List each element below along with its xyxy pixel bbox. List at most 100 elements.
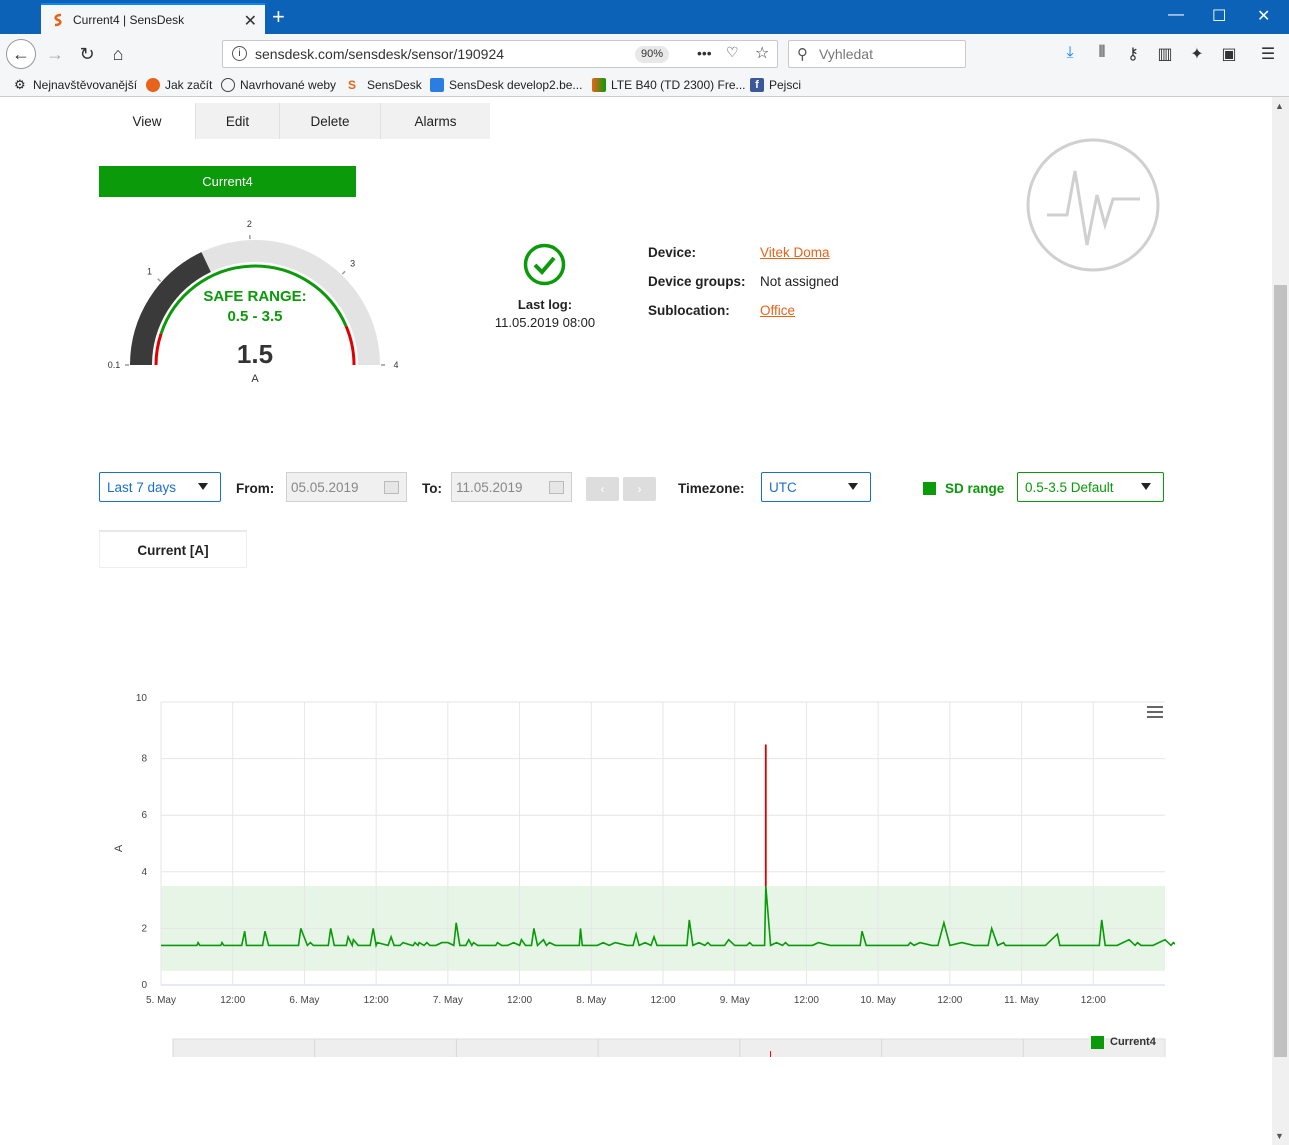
url-text: sensdesk.com/sensdesk/sensor/190924 (255, 46, 505, 62)
bookmark-star-icon[interactable]: ☆ (755, 43, 769, 63)
gauge-safe-label: SAFE RANGE: (203, 288, 306, 305)
calendar-icon[interactable] (384, 481, 399, 494)
x-tick-label: 7. May (433, 995, 463, 1006)
current-gauge: 0.1 1 2 3 4 SAFE RANGE: 0.5 - 3.5 1.5 A (108, 219, 399, 385)
browser-tab-active[interactable]: Current4 | SensDesk ✕ (41, 3, 265, 34)
chart-tab-underline (99, 567, 247, 568)
y-tick-label: 4 (141, 867, 147, 878)
menu-line (1147, 711, 1163, 713)
url-bar[interactable]: i sensdesk.com/sensdesk/sensor/190924 90… (222, 40, 778, 68)
period-select[interactable]: Last 7 days (99, 472, 221, 502)
x-tick-label: 5. May (146, 995, 176, 1006)
search-icon: ⚲ (797, 46, 808, 63)
last-log-value: 11.05.2019 08:00 (494, 315, 596, 330)
zoom-badge[interactable]: 90% (635, 46, 670, 63)
reload-icon[interactable]: ↻ (73, 40, 101, 68)
y-axis-title: A (113, 844, 125, 852)
sublocation-link[interactable]: Office (760, 303, 795, 318)
to-date-value: 11.05.2019 (456, 479, 523, 495)
search-input[interactable]: ⚲ Vyhledat (788, 40, 966, 68)
prev-period-button[interactable]: ‹ (586, 477, 619, 501)
to-date-input[interactable]: 11.05.2019 (451, 472, 572, 502)
tab-close-icon[interactable]: ✕ (244, 11, 257, 31)
x-tick-label: 12:00 (937, 995, 962, 1006)
device-link[interactable]: Vitek Doma (760, 245, 830, 260)
home-icon[interactable]: ⌂ (104, 40, 132, 68)
key-icon[interactable]: ⚷ (1122, 44, 1144, 64)
scrollbar-thumb[interactable] (1274, 285, 1287, 1057)
menu-line (1147, 716, 1163, 718)
status-ok-icon (523, 243, 566, 286)
sublocation-row: Sublocation: Office (648, 303, 795, 318)
sd-range-select[interactable]: 0.5-3.5 Default (1017, 472, 1164, 502)
gauge-tick (341, 270, 346, 275)
next-period-button[interactable]: › (623, 477, 656, 501)
x-tick-label: 12:00 (220, 995, 245, 1006)
bookmark-most-visited[interactable]: ⚙ Nejnavštěvovanější (14, 78, 137, 93)
x-tick-label: 11. May (1004, 995, 1039, 1006)
browser-navbar: ← → ↻ ⌂ i sensdesk.com/sensdesk/sensor/1… (0, 34, 1289, 74)
bookmark-getting-started[interactable]: Jak začít (146, 78, 212, 92)
sensor-tabs: View Edit Delete Alarms (99, 103, 490, 139)
new-tab-icon[interactable]: + (272, 4, 285, 30)
scroll-up-icon[interactable]: ▲ (1275, 101, 1284, 111)
library-icon[interactable]: ⫴ (1091, 44, 1113, 62)
signal-icon (592, 78, 606, 92)
site-info-icon[interactable]: i (232, 46, 247, 61)
bookmark-pejsci[interactable]: f Pejsci (750, 78, 801, 92)
maximize-icon[interactable]: ☐ (1212, 6, 1226, 26)
back-icon[interactable]: ← (6, 39, 36, 69)
chart-tab-current[interactable]: Current [A] (99, 530, 247, 568)
sd-range-value: 0.5-3.5 Default (1025, 479, 1114, 495)
pocket-icon[interactable]: ♡ (726, 44, 739, 61)
bookmark-suggested[interactable]: Navrhované weby (221, 78, 336, 92)
bookmark-lte[interactable]: LTE B40 (TD 2300) Fre... (592, 78, 746, 92)
firefox-icon (146, 78, 160, 92)
y-tick-label: 0 (141, 980, 147, 991)
scroll-down-icon[interactable]: ▼ (1275, 1131, 1284, 1141)
chart-export-menu-icon[interactable] (1147, 706, 1163, 718)
forward-icon[interactable]: → (41, 40, 69, 68)
bookmarks-bar: ⚙ Nejnavštěvovanější Jak začít Navrhované… (0, 74, 1289, 97)
groups-label: Device groups: (648, 274, 746, 289)
legend-label-current4[interactable]: Current4 (1110, 1036, 1156, 1048)
bookmark-sensdesk-develop[interactable]: SensDesk develop2.be... (430, 78, 582, 92)
tab-view[interactable]: View (99, 103, 196, 139)
facebook-icon: f (750, 78, 764, 92)
tab-title: Current4 | SensDesk (73, 12, 185, 27)
menu-icon[interactable]: ☰ (1257, 44, 1279, 64)
sensor-title: Current4 (99, 166, 356, 197)
from-date-value: 05.05.2019 (291, 479, 359, 495)
gauge-safe-range: 0.5 - 3.5 (227, 308, 282, 325)
device-label: Device: (648, 245, 697, 260)
sensdesk-icon: S (348, 78, 357, 92)
calendar-icon[interactable] (549, 481, 564, 494)
timezone-select[interactable]: UTC (761, 472, 871, 502)
y-tick-label: 2 (141, 923, 147, 934)
extension-icon[interactable]: ✦ (1186, 44, 1208, 64)
chevron-down-icon (848, 483, 858, 490)
tab-edit[interactable]: Edit (196, 103, 280, 139)
groups-row: Device groups: Not assigned (648, 274, 839, 289)
timezone-label: Timezone: (678, 481, 745, 496)
bookmark-sensdesk[interactable]: S SensDesk (348, 78, 422, 92)
x-tick-label: 9. May (720, 995, 750, 1006)
window-close-icon[interactable]: ✕ (1257, 6, 1270, 26)
current-chart: 0 2 4 6 8 10 5. May 12:00 6. May 12:00 7. May 12:00… (113, 693, 1175, 1057)
page-scrollbar[interactable]: ▲ ▼ (1272, 97, 1289, 1145)
page-actions-icon[interactable]: ••• (697, 45, 712, 61)
selenium-icon[interactable]: ▣ (1218, 44, 1240, 64)
gauge-tick (157, 278, 162, 283)
tab-alarms[interactable]: Alarms (381, 103, 490, 139)
sensdesk-favicon-icon (54, 13, 62, 26)
minimize-icon[interactable]: — (1168, 6, 1184, 24)
download-icon[interactable]: ⤓ (1059, 44, 1081, 62)
tab-delete[interactable]: Delete (280, 103, 381, 139)
y-tick-label: 10 (136, 693, 148, 704)
x-tick-label: 8. May (576, 995, 606, 1006)
from-date-input[interactable]: 05.05.2019 (286, 472, 407, 502)
sidebar-icon[interactable]: ▥ (1154, 44, 1176, 64)
gauge-unit: A (251, 373, 259, 385)
navigator-area (172, 1038, 1166, 1057)
legend-swatch-current4[interactable] (1091, 1036, 1104, 1049)
